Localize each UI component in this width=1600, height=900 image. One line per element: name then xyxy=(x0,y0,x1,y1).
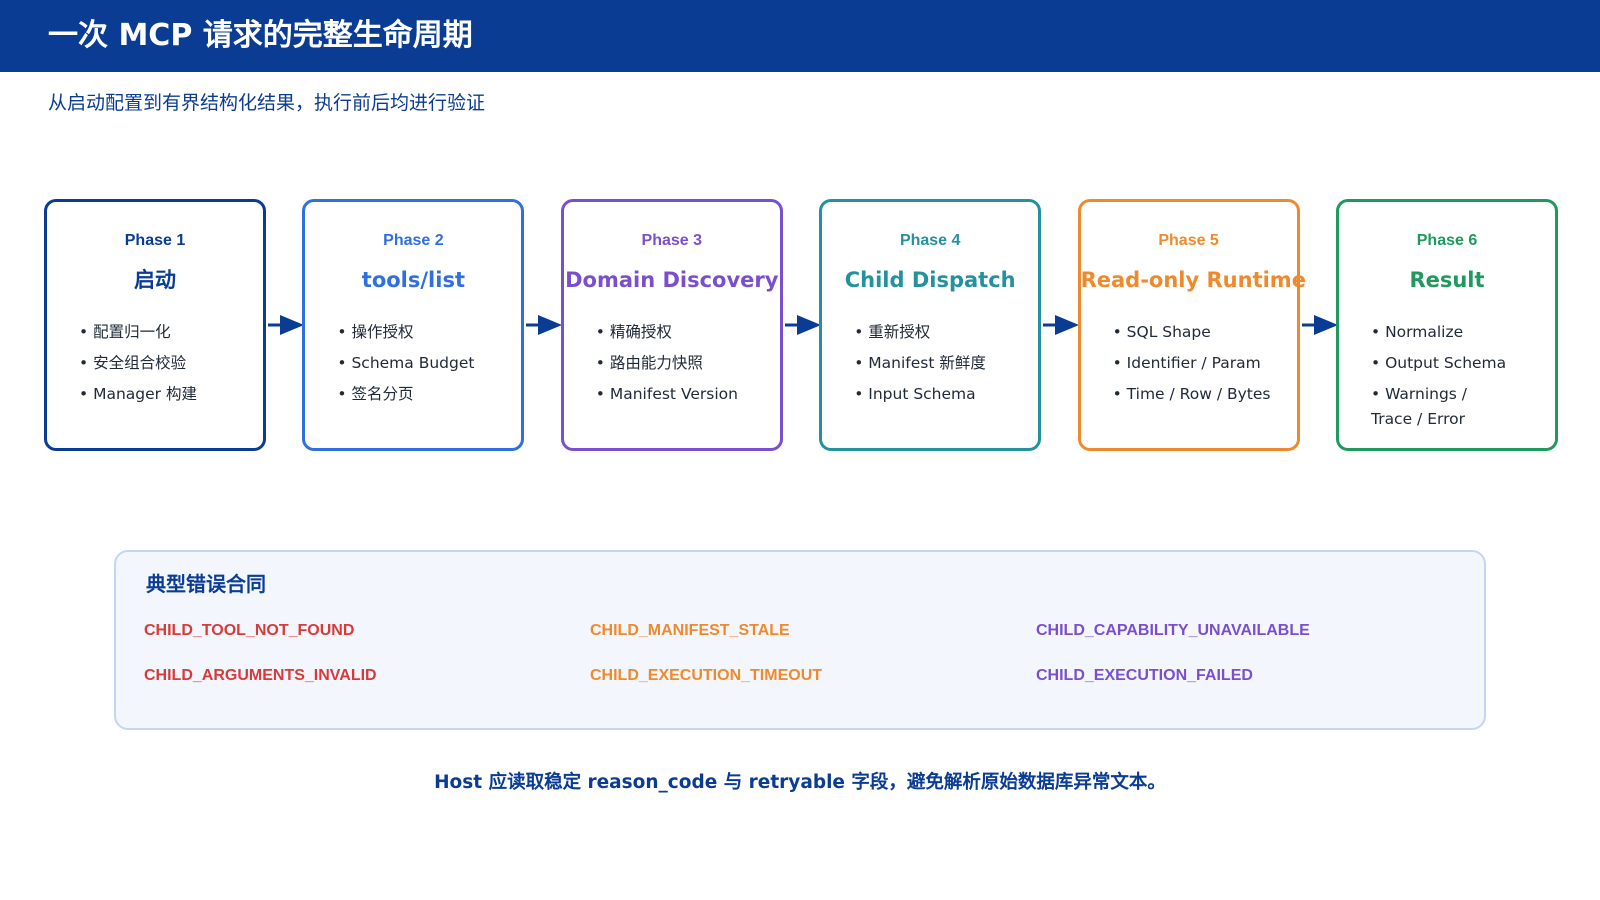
phase-item: • 路由能力快照 xyxy=(595,354,703,372)
phase-card: Phase 4 Child Dispatch • 重新授权 • Manifest 新鲜… xyxy=(819,199,1042,451)
phase-item: • Normalize xyxy=(1371,323,1464,341)
phase-label: Phase 1 xyxy=(124,232,186,249)
error-code: CHILD_ARGUMENTS_INVALID xyxy=(144,667,377,684)
page-title: 一次 MCP 请求的完整生命周期 xyxy=(48,18,473,53)
error-code: CHILD_CAPABILITY_UNAVAILABLE xyxy=(1036,622,1310,639)
flow-arrow-icon xyxy=(268,315,304,335)
phase-item-list: • 操作授权 • Schema Budget • 签名分页 xyxy=(337,318,511,411)
phase-item: Trace / Error xyxy=(1371,410,1465,428)
phase-item-list: • 配置归一化 • 安全组合校验 • Manager 构建 xyxy=(79,318,253,411)
phase-item: • 安全组合校验 xyxy=(79,354,187,372)
phase-item: • Output Schema xyxy=(1371,354,1507,372)
phase-name: 启动 xyxy=(134,268,176,292)
flow-arrow-icon xyxy=(526,315,563,335)
phase-item-list: • SQL Shape • Identifier / Param • Time / … xyxy=(1113,318,1287,411)
phase-card: Phase 2 tools/list • 操作授权 • Schema Budget • … xyxy=(302,199,525,451)
phase-item: • Input Schema xyxy=(854,385,976,403)
error-contract-title: 典型错误合同 xyxy=(146,572,266,596)
error-code: CHILD_EXECUTION_TIMEOUT xyxy=(590,667,823,684)
phase-item: • 重新授权 xyxy=(854,323,931,341)
phase-card: Phase 6 Result • Normalize • Output Schema •… xyxy=(1336,199,1558,451)
flow-arrow-icon xyxy=(784,315,821,335)
phase-item-list: • 精确授权 • 路由能力快照 • Manifest Version xyxy=(596,318,770,411)
phase-item: • Identifier / Param xyxy=(1112,354,1261,372)
phase-item: • Manager 构建 xyxy=(79,385,197,403)
phase-item: • Schema Budget xyxy=(337,354,475,372)
flow-arrow-icon xyxy=(1043,315,1080,335)
flow-arrow-icon xyxy=(1301,315,1338,335)
phase-name: Child Dispatch xyxy=(844,268,1016,292)
phase-item: • SQL Shape xyxy=(1112,323,1211,341)
footer-note: Host 应读取稳定 reason_code 与 retryable 字段，避免… xyxy=(434,772,1166,793)
phase-item: • 操作授权 xyxy=(337,323,414,341)
phase-item: • 精确授权 xyxy=(595,323,672,341)
phase-item: • Warnings / xyxy=(1371,385,1468,403)
header-bar: 一次 MCP 请求的完整生命周期 xyxy=(0,0,1600,72)
phase-item: • 配置归一化 xyxy=(79,323,171,341)
phase-name: tools/list xyxy=(361,268,465,292)
phase-label: Phase 2 xyxy=(383,232,444,249)
phase-label: Phase 4 xyxy=(899,232,961,249)
error-code: CHILD_EXECUTION_FAILED xyxy=(1036,667,1253,684)
phase-card: Phase 3 Domain Discovery • 精确授权 • 路由能力快照 • M… xyxy=(560,199,783,451)
page-subtitle: 从启动配置到有界结构化结果，执行前后均进行验证 xyxy=(48,92,486,114)
phase-item: • Time / Row / Bytes xyxy=(1112,385,1271,403)
phase-item-list: • Normalize • Output Schema • Warnings / Tr… xyxy=(1371,318,1545,436)
phase-name: Read-only Runtime xyxy=(1080,268,1306,292)
phase-label: Phase 3 xyxy=(641,232,703,249)
phase-item-list: • 重新授权 • Manifest 新鲜度 • Input Schema xyxy=(854,318,1028,411)
phase-item: • Manifest 新鲜度 xyxy=(854,354,986,372)
error-contract-panel: 典型错误合同 CHILD_TOOL_NOT_FOUND CHILD_MANIFE… xyxy=(114,550,1486,730)
error-code: CHILD_TOOL_NOT_FOUND xyxy=(144,622,355,639)
error-code: CHILD_MANIFEST_STALE xyxy=(590,622,790,639)
phase-label: Phase 6 xyxy=(1416,232,1478,249)
phase-item: • 签名分页 xyxy=(337,385,414,403)
phase-label: Phase 5 xyxy=(1158,232,1219,249)
phase-item: • Manifest Version xyxy=(595,385,738,403)
phase-card: Phase 1 启动 • 配置归一化 • 安全组合校验 • Manager 构建 xyxy=(44,199,266,451)
phase-name: Result xyxy=(1409,268,1485,292)
phase-card: Phase 5 Read-only Runtime • SQL Shape • Ide… xyxy=(1077,199,1306,451)
phase-name: Domain Discovery xyxy=(565,268,779,292)
